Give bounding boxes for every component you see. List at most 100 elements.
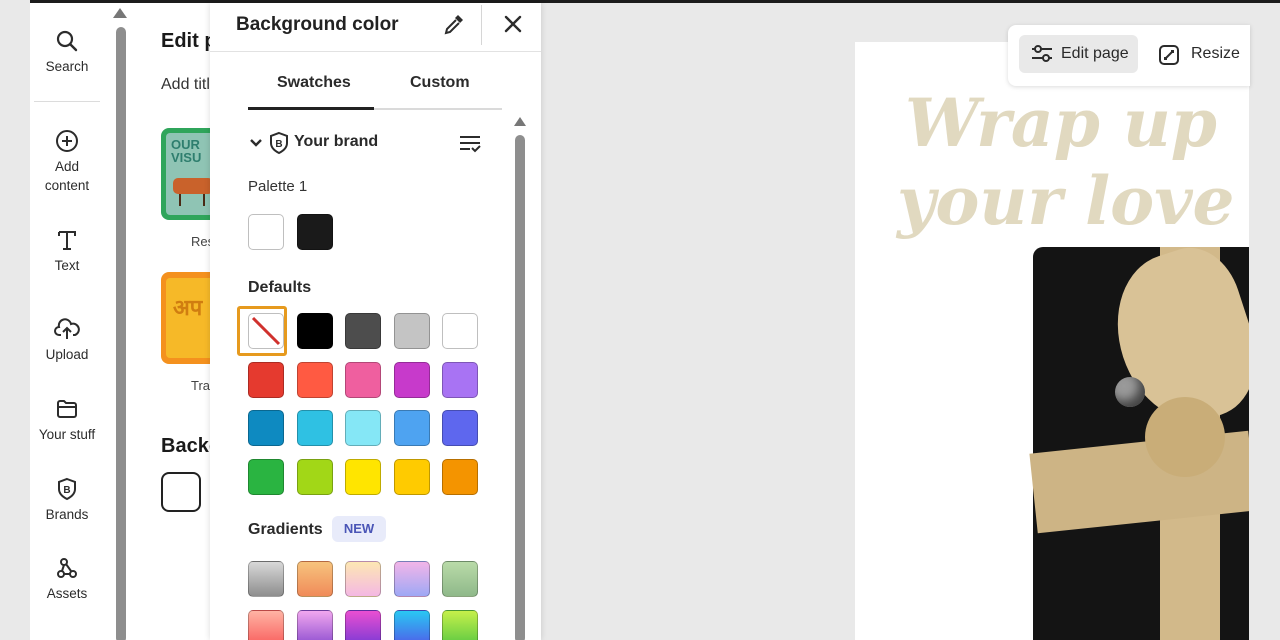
header-divider: [481, 5, 482, 45]
rail-your-stuff[interactable]: Your stuff: [30, 397, 104, 444]
gradients-heading: Gradients: [248, 521, 323, 538]
design-headline[interactable]: Wrap up your love: [897, 84, 1235, 240]
scroll-up-arrow[interactable]: [514, 117, 526, 126]
gradient-swatch[interactable]: [345, 609, 381, 640]
rail-label: Brands: [45, 507, 89, 522]
panel-title: Edit p: [161, 30, 210, 52]
canvas-page[interactable]: Wrap up your love: [855, 42, 1249, 640]
default-swatch[interactable]: [296, 361, 333, 398]
background-heading: Backg: [161, 435, 210, 457]
gradient-swatch[interactable]: [393, 561, 430, 597]
gradient-swatch[interactable]: [442, 561, 478, 597]
edit-panel-scrollbar[interactable]: [116, 27, 126, 640]
gradient-swatch[interactable]: [393, 609, 430, 640]
scroll-up-arrow[interactable]: [113, 8, 127, 18]
gradient-swatch[interactable]: [296, 561, 333, 597]
text-icon: [58, 231, 76, 250]
sliders-icon: [1032, 45, 1052, 62]
default-swatch[interactable]: [248, 410, 284, 446]
rail-brands[interactable]: B Brands: [30, 477, 104, 524]
default-swatch[interactable]: [296, 410, 333, 446]
assets-icon: [57, 558, 77, 578]
default-swatch[interactable]: [345, 361, 381, 398]
default-swatch[interactable]: [296, 458, 333, 495]
rail-add-content[interactable]: Add content: [30, 129, 104, 195]
new-badge: NEW: [332, 516, 386, 542]
swatch-panel-scrollbar[interactable]: [515, 135, 525, 640]
resize-icon: [1159, 45, 1179, 65]
default-swatch[interactable]: [296, 313, 333, 349]
edit-page-panel: Edit p Add titl OUR VISU Res अप Trans Ba…: [108, 3, 210, 640]
svg-text:B: B: [275, 139, 282, 150]
palette-swatch[interactable]: [296, 214, 333, 250]
chair-leg: [179, 194, 181, 206]
brand-icon: B: [270, 131, 288, 155]
gradient-swatch[interactable]: [248, 561, 284, 597]
gradient-swatch[interactable]: [442, 609, 478, 640]
eyedropper-icon[interactable]: [441, 11, 467, 37]
brand-icon: B: [58, 477, 76, 501]
default-swatch[interactable]: [442, 410, 478, 446]
default-swatch[interactable]: [248, 361, 284, 398]
template-thumbnail-resize[interactable]: OUR VISU: [161, 128, 210, 220]
template-thumbnail-translate[interactable]: अप: [161, 272, 210, 364]
default-swatch[interactable]: [393, 361, 430, 398]
rail-label: Your stuff: [38, 427, 96, 442]
resize-button[interactable]: Resize: [1148, 35, 1248, 73]
chair-leg: [203, 194, 205, 206]
gradient-swatch[interactable]: [248, 609, 284, 640]
default-swatch[interactable]: [442, 458, 478, 495]
current-background-swatch[interactable]: [161, 472, 201, 512]
rail-assets[interactable]: Assets: [30, 556, 104, 603]
default-swatch[interactable]: [248, 458, 284, 495]
rail-label: Search: [45, 59, 89, 74]
folder-icon: [57, 400, 77, 418]
edit-page-button[interactable]: Edit page: [1019, 35, 1138, 73]
cloud-upload-icon: [54, 318, 80, 339]
bow-graphic: [1145, 397, 1225, 477]
rail-upload[interactable]: Upload: [30, 317, 104, 364]
defaults-heading: Defaults: [248, 279, 312, 296]
default-swatch[interactable]: [393, 410, 430, 446]
button-label: Resize: [1191, 45, 1240, 62]
rail-label: Add content: [44, 159, 90, 193]
default-swatch[interactable]: [442, 361, 478, 398]
tab-swatches[interactable]: Swatches: [277, 74, 351, 92]
button-label: Edit page: [1061, 45, 1129, 62]
thumbnail-label: Trans: [191, 378, 210, 393]
tab-custom[interactable]: Custom: [410, 74, 470, 92]
palette-label: Palette 1: [248, 178, 308, 195]
palette-swatch[interactable]: [248, 214, 284, 250]
thumbnail-text: OUR VISU: [171, 137, 202, 165]
default-swatch[interactable]: [442, 313, 478, 349]
background-color-panel: Background color Swatches Custom B Your …: [210, 3, 541, 640]
thumbnail-text: अप: [173, 295, 203, 320]
default-swatch[interactable]: [345, 313, 381, 349]
header-separator: [210, 51, 541, 52]
rail-label: Text: [54, 258, 80, 273]
rail-label: Assets: [46, 586, 88, 601]
default-swatch[interactable]: [393, 313, 430, 349]
section-title: Your brand: [294, 133, 379, 150]
list-filter-icon[interactable]: [458, 132, 482, 156]
headline-line-1: Wrap up: [905, 84, 1217, 162]
search-icon: [56, 30, 78, 52]
gradient-swatch[interactable]: [345, 561, 381, 597]
rail-search[interactable]: Search: [30, 29, 104, 76]
svg-text:B: B: [63, 485, 70, 496]
headline-line-2: your love: [897, 162, 1235, 240]
panel-title: Background color: [236, 14, 399, 35]
rail-text[interactable]: Text: [30, 228, 104, 275]
gradient-swatch[interactable]: [296, 609, 333, 640]
chair-graphic: [173, 178, 210, 194]
chevron-down-icon: [250, 139, 262, 147]
default-swatch[interactable]: [393, 458, 430, 495]
selected-swatch-outline: [237, 306, 287, 356]
default-swatch[interactable]: [345, 458, 381, 495]
page-toolbar: Edit page Resize: [1008, 25, 1250, 86]
thumbnail-label: Res: [191, 234, 210, 249]
close-icon[interactable]: [500, 11, 526, 37]
plus-circle-icon: [56, 130, 78, 152]
default-swatch[interactable]: [345, 410, 381, 446]
left-rail: Search Add content Text Upload Your stuf…: [30, 3, 108, 640]
